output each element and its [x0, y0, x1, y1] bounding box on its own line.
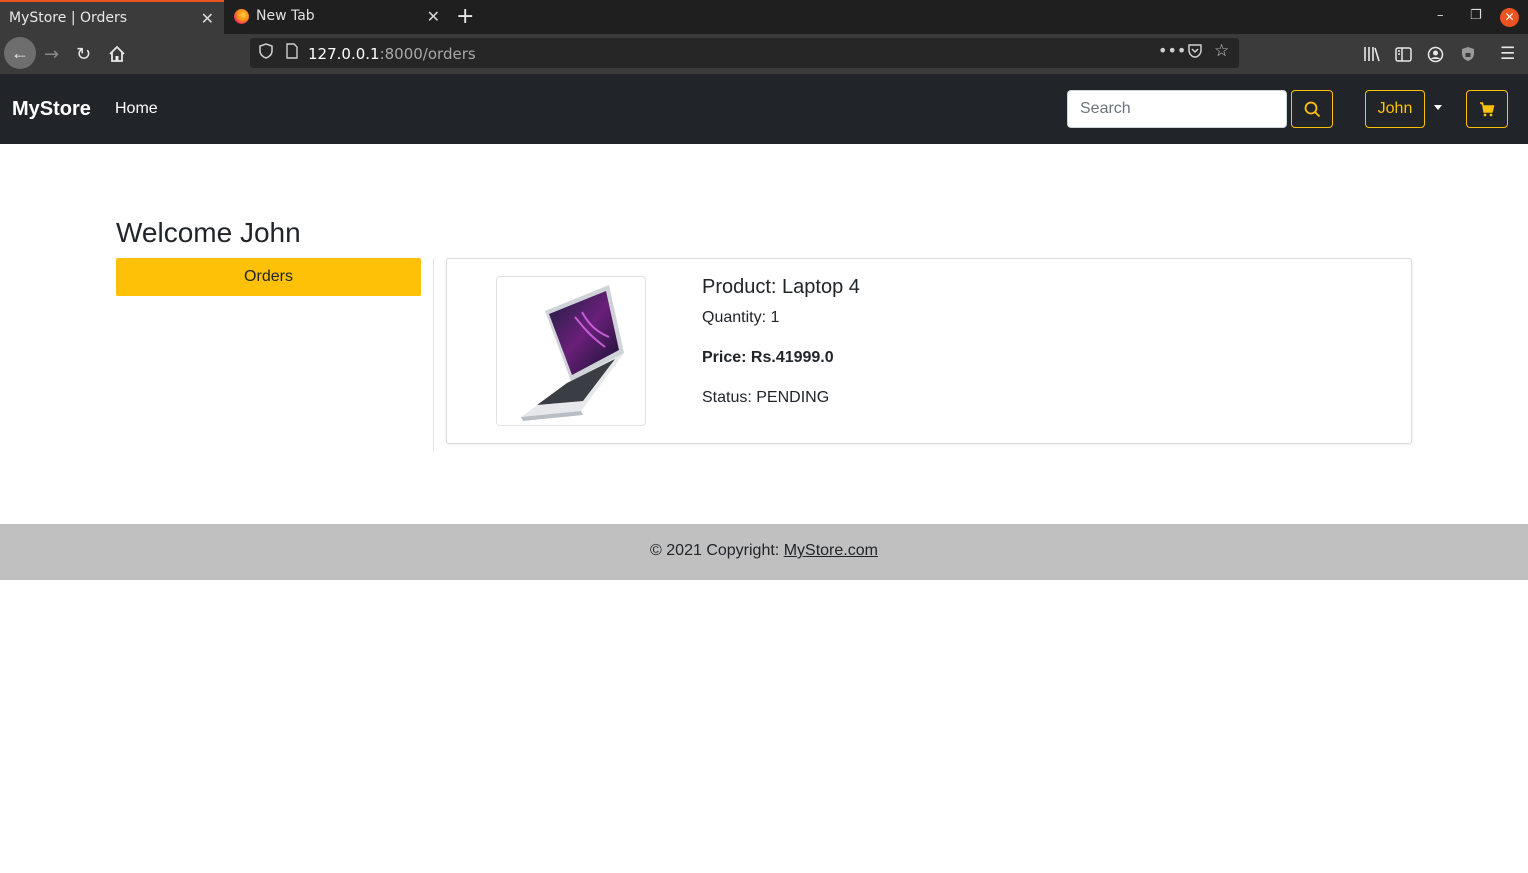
product-price: Price: Rs.41999.0 — [702, 349, 834, 366]
close-icon[interactable]: ✕ — [201, 9, 214, 28]
back-icon[interactable]: ← — [4, 37, 36, 69]
account-icon[interactable] — [1427, 34, 1444, 74]
search-icon — [1304, 101, 1321, 118]
footer: © 2021 Copyright: MyStore.com — [0, 524, 1528, 580]
orders-button[interactable]: Orders — [116, 258, 421, 296]
cart-icon — [1480, 102, 1495, 117]
cart-button[interactable] — [1466, 90, 1508, 128]
restore-icon[interactable]: ❐ — [1470, 8, 1482, 23]
url-bar[interactable]: 127.0.0.1:8000/orders ••• ☆ — [250, 38, 1239, 68]
browser-toolbar: ← → ↻ 127.0.0.1:8000/orders ••• ☆ ☰ — [0, 34, 1528, 74]
order-status: Status: PENDING — [702, 389, 830, 406]
browser-tab-bar: MyStore | Orders ✕ New Tab ✕ + – ❐ ✕ — [0, 0, 1528, 34]
library-icon[interactable] — [1363, 34, 1381, 74]
page-icon — [286, 43, 298, 63]
user-menu-button[interactable]: John — [1365, 90, 1425, 128]
sidebar-icon[interactable] — [1395, 34, 1412, 74]
footer-text: © 2021 Copyright: — [650, 542, 784, 559]
url-path: :8000/orders — [379, 45, 476, 63]
tab-title: New Tab — [256, 8, 315, 24]
reload-icon[interactable]: ↻ — [76, 34, 91, 74]
footer-link[interactable]: MyStore.com — [784, 542, 878, 559]
search-input[interactable] — [1067, 90, 1287, 128]
extension-icon[interactable] — [1460, 34, 1476, 74]
close-icon[interactable]: ✕ — [427, 7, 440, 26]
window-close-icon[interactable]: ✕ — [1500, 8, 1519, 27]
tab-title: MyStore | Orders — [9, 10, 128, 26]
tab-orders[interactable]: MyStore | Orders ✕ — [0, 0, 224, 34]
footer-copyright: © 2021 Copyright: MyStore.com — [0, 542, 1528, 560]
minimize-icon[interactable]: – — [1437, 8, 1444, 23]
url-text[interactable]: 127.0.0.1:8000/orders — [308, 45, 476, 63]
menu-icon[interactable]: ☰ — [1500, 34, 1515, 74]
welcome-heading: Welcome John — [116, 217, 301, 248]
pocket-icon[interactable] — [1187, 43, 1203, 63]
nav-home-link[interactable]: Home — [115, 100, 158, 118]
product-name: Product: Laptop 4 — [702, 276, 860, 298]
product-quantity: Quantity: 1 — [702, 309, 780, 326]
bookmark-star-icon[interactable]: ☆ — [1214, 41, 1229, 61]
new-tab-icon[interactable]: + — [456, 4, 474, 29]
brand-logo[interactable]: MyStore — [12, 98, 91, 121]
shield-icon[interactable] — [259, 43, 273, 63]
forward-icon[interactable]: → — [44, 34, 59, 74]
site-navbar: MyStore Home John — [0, 74, 1528, 144]
url-host: 127.0.0.1 — [308, 45, 380, 63]
chevron-down-icon[interactable] — [1434, 105, 1442, 110]
tab-new-tab[interactable]: New Tab ✕ — [224, 0, 450, 34]
laptop-image — [521, 285, 624, 421]
more-icon[interactable]: ••• — [1158, 41, 1186, 60]
vertical-divider — [433, 258, 434, 451]
home-icon[interactable] — [108, 34, 126, 74]
firefox-icon — [234, 9, 249, 24]
product-image — [496, 276, 646, 426]
search-button[interactable] — [1291, 90, 1333, 128]
